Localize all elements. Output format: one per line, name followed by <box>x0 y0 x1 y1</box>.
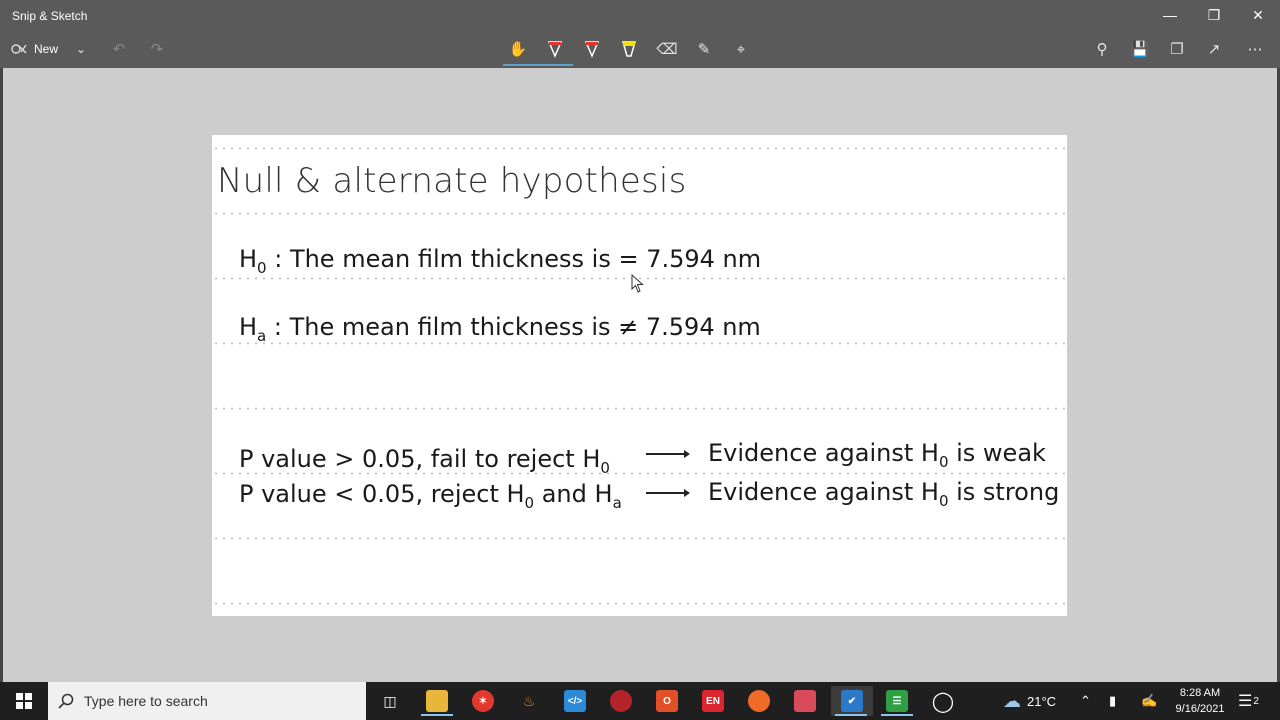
slide-title: Null & alternate hypothesis <box>217 161 687 201</box>
highlighter-icon[interactable] <box>617 37 641 61</box>
pen-workspace-icon[interactable]: ✍ <box>1141 682 1157 720</box>
touch-writing-icon[interactable]: ✋ <box>506 37 530 61</box>
more-options-icon[interactable]: ⋯ <box>1243 37 1267 61</box>
clock[interactable]: 8:28 AM 9/16/2021 <box>1170 685 1230 717</box>
vscode-icon[interactable]: </> <box>555 686 595 716</box>
search-placeholder: Type here to search <box>84 693 208 709</box>
notification-count: 2 <box>1253 695 1259 707</box>
close-button[interactable]: ✕ <box>1236 0 1280 30</box>
app-car-icon[interactable] <box>601 686 641 716</box>
p-value-rule-2: P value < 0.05, reject H0 and Ha <box>239 480 622 512</box>
selected-tool-indicator <box>503 64 573 66</box>
windows-logo-icon <box>16 693 32 709</box>
zoom-icon[interactable]: ⚲ <box>1090 37 1114 61</box>
alternate-hypothesis: Ha : The mean film thickness is ≠ 7.594 … <box>239 313 761 345</box>
office-icon[interactable]: O <box>647 686 687 716</box>
clock-time: 8:28 AM <box>1179 687 1221 699</box>
new-snip-button[interactable]: New ⌄ <box>10 37 100 61</box>
minimize-button[interactable]: — <box>1148 0 1192 30</box>
file-explorer-icon[interactable] <box>417 686 457 716</box>
slide-image: Null & alternate hypothesis H0 : The mea… <box>212 135 1067 616</box>
firefox-icon[interactable] <box>739 686 779 716</box>
app-green-icon[interactable]: ☰ <box>877 686 917 716</box>
evidence-weak: Evidence against H0 is weak <box>708 439 1046 471</box>
start-button[interactable] <box>0 682 48 720</box>
mouse-cursor-icon <box>631 274 644 293</box>
new-label: New <box>34 42 59 56</box>
app-java-icon[interactable]: ♨ <box>509 686 549 716</box>
snip-sketch-taskbar-icon[interactable]: ✔ <box>831 686 873 716</box>
app-circle-icon[interactable]: ◯ <box>923 686 963 716</box>
copy-icon[interactable]: ❐ <box>1165 37 1189 61</box>
arrow-icon <box>646 489 690 497</box>
taskbar: Type here to search ◫ ✶ ♨ </> O EN ✔ ☰ ◯… <box>0 682 1280 720</box>
share-icon[interactable]: ↗ <box>1202 37 1226 61</box>
redo-icon[interactable]: ↷ <box>146 37 168 61</box>
p-value-rule-1: P value > 0.05, fail to reject H0 <box>239 445 610 477</box>
cloud-icon: ☁ <box>1003 690 1021 711</box>
evidence-strong: Evidence against H0 is strong <box>708 478 1060 510</box>
arrow-icon <box>646 450 690 458</box>
ruler-icon[interactable]: ✎ <box>692 37 716 61</box>
app-paint-icon[interactable] <box>785 686 825 716</box>
eraser-icon[interactable]: ⌫ <box>655 37 679 61</box>
snip-icon <box>11 44 27 54</box>
title-bar: Snip & Sketch — ❐ ✕ New ⌄ ↶ ↷ ✋ ⌫ ✎ ⌖ ⚲ … <box>0 0 1280 68</box>
restore-button[interactable]: ❐ <box>1192 0 1236 30</box>
ballpoint-pen-icon[interactable] <box>543 37 567 61</box>
weather-temp: 21°C <box>1027 693 1057 709</box>
search-icon <box>58 693 74 709</box>
taskbar-search-box[interactable]: Type here to search <box>48 682 366 720</box>
notification-center-icon[interactable]: ☰ 2 <box>1238 682 1259 720</box>
weather-widget[interactable]: ☁ 21°C <box>1003 682 1056 720</box>
clock-date: 9/16/2021 <box>1175 703 1225 715</box>
task-view-icon[interactable]: ◫ <box>370 686 410 716</box>
chevron-down-icon[interactable]: ⌄ <box>76 42 86 56</box>
show-hidden-icons-icon[interactable]: ⌃ <box>1080 682 1091 720</box>
save-icon[interactable]: 💾 <box>1128 37 1152 61</box>
pencil-icon[interactable] <box>580 37 604 61</box>
app-title: Snip & Sketch <box>12 9 88 23</box>
battery-icon[interactable]: ▮ <box>1109 682 1116 720</box>
app-red-icon[interactable]: ✶ <box>463 686 503 716</box>
undo-icon[interactable]: ↶ <box>108 37 130 61</box>
language-app-icon[interactable]: EN <box>693 686 733 716</box>
null-hypothesis: H0 : The mean film thickness is = 7.594 … <box>239 245 762 277</box>
crop-icon[interactable]: ⌖ <box>729 37 753 61</box>
